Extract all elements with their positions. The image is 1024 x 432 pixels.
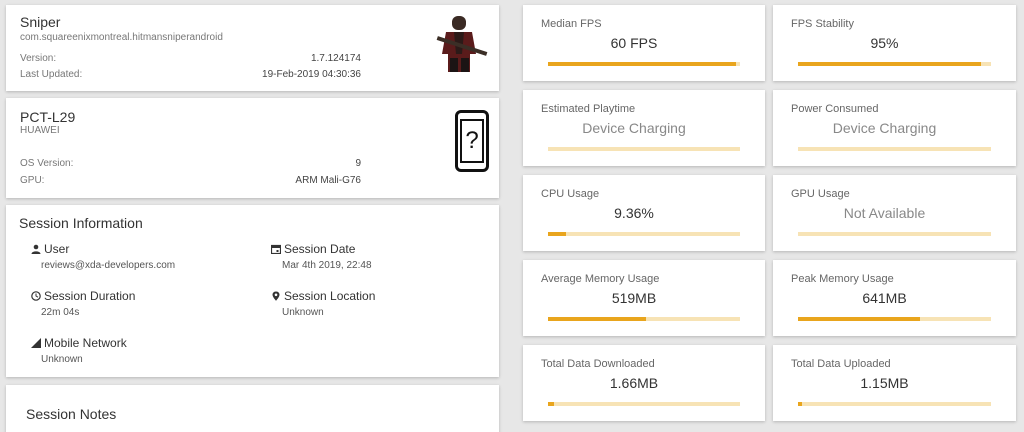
metric-label: Estimated Playtime: [541, 103, 636, 115]
metric-card-data-uploaded: Total Data Uploaded 1.15MB: [773, 345, 1016, 421]
metric-progress-track: [798, 232, 991, 236]
metric-progress-track: [548, 147, 740, 151]
location-value: Unknown: [282, 307, 324, 318]
metric-value: Device Charging: [832, 120, 937, 136]
date-label-row: Session Date: [271, 242, 355, 256]
metric-card-cpu-usage: CPU Usage 9.36%: [523, 175, 765, 251]
gpu-value: ARM Mali-G76: [295, 175, 361, 186]
metric-value: Not Available: [843, 205, 926, 221]
user-value: reviews@xda-developers.com: [41, 260, 176, 271]
os-value: 9: [355, 158, 361, 169]
metric-progress-track: [798, 402, 991, 406]
metric-value: 9.36%: [614, 205, 654, 221]
metric-label: Total Data Downloaded: [541, 358, 655, 370]
person-icon: [31, 244, 41, 254]
metric-progress-fill: [548, 317, 646, 321]
device-model: PCT-L29: [20, 109, 76, 125]
metric-progress-track: [798, 147, 991, 151]
metric-value: Device Charging: [582, 120, 686, 136]
metric-label: CPU Usage: [541, 188, 600, 200]
location-label: Session Location: [284, 289, 376, 303]
metric-label: Power Consumed: [791, 103, 879, 115]
metric-value: 519MB: [611, 290, 657, 306]
session-info-title: Session Information: [19, 215, 143, 231]
location-label-row: Session Location: [271, 289, 375, 303]
clock-icon: [31, 291, 41, 301]
updated-value: 19-Feb-2019 04:30:36: [262, 69, 361, 80]
metric-value: 641MB: [862, 290, 907, 306]
metric-progress-track: [548, 317, 740, 321]
network-label-row: Mobile Network: [31, 336, 127, 350]
user-label: User: [44, 242, 70, 256]
gpu-label: GPU:: [20, 175, 45, 186]
unknown-phone-icon: ?: [455, 110, 489, 172]
metric-card-gpu-usage: GPU Usage Not Available: [773, 175, 1016, 251]
date-label: Session Date: [284, 242, 356, 256]
metric-progress-fill: [548, 402, 554, 406]
app-updated-row: Last Updated: 19-Feb-2019 04:30:36: [20, 69, 361, 80]
signal-icon: [31, 338, 41, 348]
updated-label: Last Updated:: [20, 69, 83, 80]
gpu-row: GPU: ARM Mali-G76: [20, 175, 361, 186]
metric-card-median-fps: Median FPS 60 FPS: [523, 5, 765, 81]
version-label: Version:: [20, 53, 57, 64]
metric-card-peak-memory: Peak Memory Usage 641MB: [773, 260, 1016, 336]
network-value: Unknown: [41, 354, 83, 365]
metric-card-fps-stability: FPS Stability 95%: [773, 5, 1016, 81]
os-row: OS Version: 9: [20, 158, 361, 169]
metric-label: GPU Usage: [791, 188, 850, 200]
metric-progress-fill: [548, 232, 567, 236]
date-value: Mar 4th 2019, 22:48: [282, 260, 372, 271]
metric-label: Peak Memory Usage: [791, 273, 894, 285]
metric-progress-track: [548, 62, 740, 66]
metric-progress-track: [798, 317, 991, 321]
metric-card-power-consumed: Power Consumed Device Charging: [773, 90, 1016, 166]
network-label: Mobile Network: [44, 336, 127, 350]
metric-card-estimated-playtime: Estimated Playtime Device Charging: [523, 90, 765, 166]
app-package: com.squareenixmontreal.hitmansniperandro…: [20, 32, 223, 43]
metric-card-average-memory: Average Memory Usage 519MB: [523, 260, 765, 336]
metric-label: Median FPS: [541, 18, 602, 30]
app-name: Sniper: [20, 14, 61, 30]
metric-progress-track: [548, 232, 740, 236]
location-pin-icon: [271, 291, 281, 301]
metric-label: Total Data Uploaded: [791, 358, 891, 370]
metric-progress-fill: [798, 402, 802, 406]
session-notes-card[interactable]: Session Notes: [6, 385, 499, 432]
metric-value: 1.66MB: [609, 375, 659, 391]
duration-label-row: Session Duration: [31, 289, 135, 303]
metric-progress-fill: [548, 62, 737, 66]
sniper-character-image: [434, 14, 490, 74]
metric-progress-fill: [798, 317, 920, 321]
metric-card-data-downloaded: Total Data Downloaded 1.66MB: [523, 345, 765, 421]
os-label: OS Version:: [20, 158, 74, 169]
device-info-card: PCT-L29 HUAWEI OS Version: 9 GPU: ARM Ma…: [6, 98, 499, 198]
duration-label: Session Duration: [44, 289, 136, 303]
metric-progress-track: [548, 402, 740, 406]
app-version-row: Version: 1.7.124174: [20, 53, 361, 64]
metric-progress-track: [798, 62, 991, 66]
metric-value: 1.15MB: [860, 375, 909, 391]
session-notes-title: Session Notes: [26, 406, 117, 422]
question-mark-glyph: ?: [465, 127, 479, 154]
device-brand: HUAWEI: [20, 125, 60, 136]
version-value: 1.7.124174: [310, 53, 361, 64]
metric-label: Average Memory Usage: [541, 273, 660, 285]
metric-label: FPS Stability: [791, 18, 854, 30]
calendar-icon: [271, 244, 281, 254]
session-info-card: Session Information User reviews@xda-dev…: [6, 205, 499, 377]
metric-progress-fill: [798, 62, 982, 66]
user-label-row: User: [31, 242, 69, 256]
duration-value: 22m 04s: [41, 307, 80, 318]
app-info-card: Sniper com.squareenixmontreal.hitmansnip…: [6, 5, 499, 91]
metric-value: 60 FPS: [610, 35, 658, 51]
metric-value: 95%: [870, 35, 899, 51]
